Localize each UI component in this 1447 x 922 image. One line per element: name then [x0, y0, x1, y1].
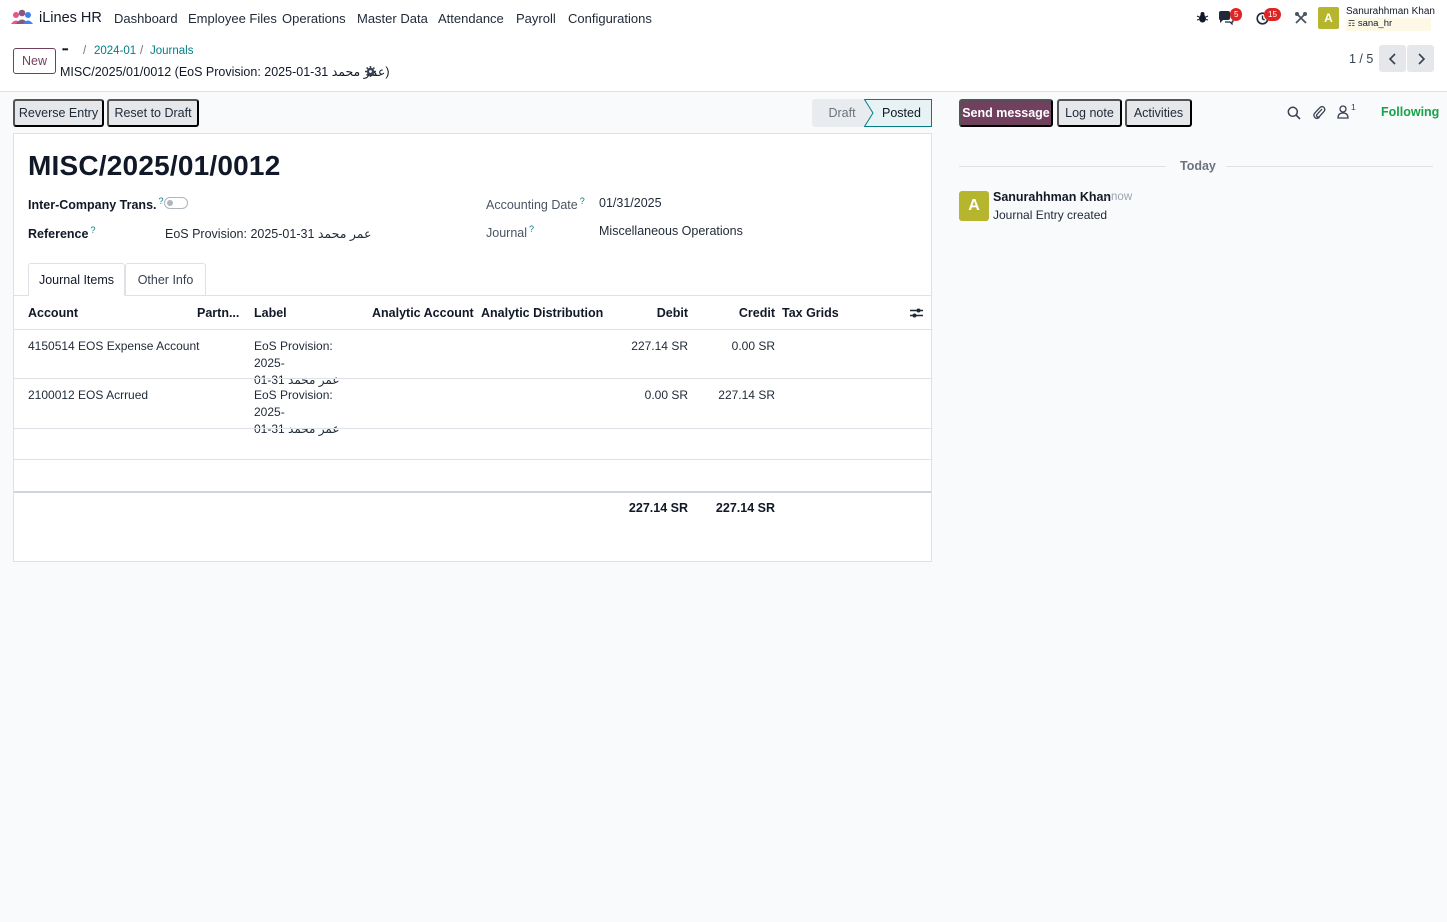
message-author-avatar[interactable]: A — [959, 191, 989, 221]
message-time: - now — [1104, 191, 1133, 203]
header-divider — [14, 329, 931, 330]
pager-value[interactable]: 1 / 5 — [1349, 52, 1373, 66]
tab-journal-items[interactable]: Journal Items — [28, 263, 125, 296]
debug-bug-icon[interactable] — [1196, 11, 1209, 27]
form-sheet: MISC/2025/01/0012 Inter-Company Trans.? … — [13, 133, 932, 562]
app-brand-name[interactable]: iLines HR — [39, 10, 102, 26]
messages-badge: 5 — [1230, 8, 1243, 21]
menu-operations[interactable]: Operations — [282, 11, 346, 26]
cell-account[interactable]: 2100012 EOS Acrrued — [28, 388, 148, 402]
pager-previous-button[interactable] — [1379, 45, 1406, 72]
user-name[interactable]: Sanurahhman Khan — [1346, 6, 1435, 17]
menu-configurations[interactable]: Configurations — [568, 11, 652, 26]
tools-icon[interactable] — [1294, 11, 1308, 28]
menu-employee-files[interactable]: Employee Files — [188, 11, 277, 26]
entry-name[interactable]: MISC/2025/01/0012 — [28, 150, 280, 182]
accounting-date-field[interactable]: 01/31/2025 — [599, 196, 662, 210]
database-badge: ☶ sana_hr — [1346, 18, 1431, 31]
column-tax-grids[interactable]: Tax Grids — [782, 306, 839, 320]
journal-field[interactable]: Miscellaneous Operations — [599, 224, 743, 238]
menu-payroll[interactable]: Payroll — [516, 11, 556, 26]
cell-credit[interactable]: 227.14 SR — [704, 388, 775, 402]
chevron-left-icon — [1388, 52, 1396, 65]
journal-label: Journal? — [486, 224, 535, 241]
followers-count: 1 — [1351, 102, 1356, 112]
breadcrumb-journals[interactable]: Journals — [150, 45, 193, 57]
help-icon[interactable]: ? — [580, 196, 585, 206]
control-panel: New ••• / 2024-01 / Journals MISC/2025/0… — [0, 38, 1447, 92]
send-message-button[interactable]: Send message — [959, 99, 1053, 127]
empty-table-row[interactable] — [14, 429, 931, 459]
top-navbar: iLines HR Dashboard Employee Files Opera… — [0, 0, 1447, 38]
help-icon[interactable]: ? — [159, 196, 164, 206]
message-body: Journal Entry created — [993, 208, 1108, 222]
row-divider — [14, 378, 931, 379]
message-author[interactable]: Sanurahhman Khan — [993, 190, 1111, 204]
reference-field[interactable]: EoS Provision: 2025-01-31 عمر محمد — [165, 226, 371, 241]
menu-attendance[interactable]: Attendance — [438, 11, 504, 26]
breadcrumb-separator: / — [140, 45, 144, 57]
optional-columns-toggle-icon[interactable] — [910, 307, 923, 322]
reference-label: Reference? — [28, 225, 96, 242]
cell-credit[interactable]: 0.00 SR — [704, 339, 775, 353]
date-divider-left — [959, 166, 1166, 167]
help-icon[interactable]: ? — [529, 224, 534, 234]
user-avatar[interactable]: A — [1318, 7, 1339, 29]
column-analytic-distribution[interactable]: Analytic Distribution — [481, 306, 603, 320]
inter-company-toggle[interactable] — [164, 197, 188, 209]
record-title: MISC/2025/01/0012 (EoS Provision: 2025-0… — [60, 65, 390, 79]
accounting-date-label: Accounting Date? — [486, 196, 585, 213]
column-account[interactable]: Account — [28, 306, 78, 320]
column-debit[interactable]: Debit — [634, 306, 688, 320]
footer-divider — [14, 491, 931, 493]
app-logo-icon[interactable] — [10, 9, 34, 27]
cell-debit[interactable]: 0.00 SR — [614, 388, 688, 402]
column-credit[interactable]: Credit — [714, 306, 775, 320]
column-analytic-account[interactable]: Analytic Account — [372, 306, 474, 320]
status-draft[interactable]: Draft — [812, 99, 872, 127]
inter-company-label: Inter-Company Trans.? — [28, 196, 164, 213]
menu-master-data[interactable]: Master Data — [357, 11, 428, 26]
search-messages-icon[interactable] — [1287, 106, 1301, 123]
column-partner[interactable]: Partn... — [197, 306, 239, 320]
empty-table-row[interactable] — [14, 460, 931, 491]
status-posted[interactable]: Posted — [864, 99, 932, 127]
help-icon[interactable]: ? — [90, 225, 95, 235]
total-credit: 227.14 SR — [715, 501, 775, 515]
total-debit: 227.14 SR — [628, 501, 688, 515]
menu-dashboard[interactable]: Dashboard — [114, 11, 178, 26]
activities-badge: 15 — [1264, 8, 1281, 21]
breadcrumb-separator: / — [83, 45, 87, 57]
tab-other-info[interactable]: Other Info — [125, 263, 206, 296]
reset-to-draft-button[interactable]: Reset to Draft — [107, 99, 199, 127]
status-posted-label: Posted — [882, 106, 921, 120]
activities-button[interactable]: Activities — [1125, 99, 1192, 127]
attachment-paperclip-icon[interactable] — [1312, 105, 1326, 123]
column-label[interactable]: Label — [254, 306, 287, 320]
reverse-entry-button[interactable]: Reverse Entry — [13, 99, 104, 127]
cell-account[interactable]: 4150514 EOS Expense Account — [28, 339, 199, 353]
chevron-right-icon — [1417, 52, 1425, 65]
new-button[interactable]: New — [13, 48, 56, 74]
pager-next-button[interactable] — [1407, 45, 1434, 72]
record-settings-gear-icon[interactable] — [365, 65, 376, 80]
breadcrumb-period[interactable]: 2024-01 — [94, 45, 136, 57]
date-separator-today: Today — [1180, 159, 1216, 173]
breadcrumb-ellipsis[interactable]: ••• — [62, 45, 68, 54]
date-divider-right — [1226, 166, 1433, 167]
following-button[interactable]: Following — [1381, 105, 1439, 119]
cell-debit[interactable]: 227.14 SR — [614, 339, 688, 353]
database-name: sana_hr — [1357, 18, 1393, 29]
database-icon: ☶ — [1348, 19, 1356, 28]
log-note-button[interactable]: Log note — [1057, 99, 1122, 127]
cell-label[interactable]: EoS Provision: 2025- 01-31 عمر محمد — [254, 338, 364, 389]
followers-icon[interactable] — [1337, 105, 1349, 122]
